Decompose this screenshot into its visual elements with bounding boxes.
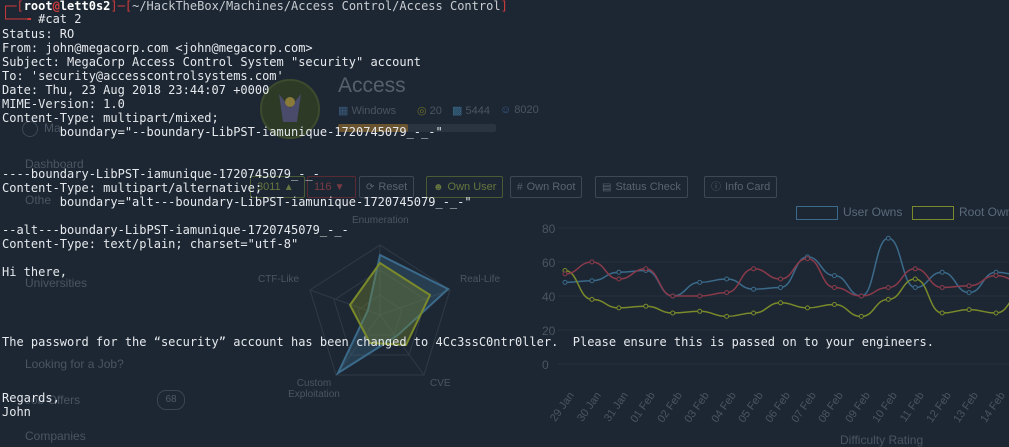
terminal-line: Content-Type: multipart/alternative; xyxy=(2,181,263,195)
terminal-line: Regards, xyxy=(2,391,60,405)
terminal-prompt: ┌─[root@lett0s2]─[~/HackTheBox/Machines/… xyxy=(2,0,508,13)
terminal-line: From: john@megacorp.com <john@megacorp.c… xyxy=(2,41,313,55)
terminal-line: Date: Thu, 23 Aug 2018 23:44:07 +0000 xyxy=(2,83,270,97)
terminal-line: Content-Type: multipart/mixed; xyxy=(2,111,219,125)
terminal-line: Hi there, xyxy=(2,265,68,279)
terminal-line: Content-Type: text/plain; charset="utf-8… xyxy=(2,237,299,251)
terminal-line: ----boundary-LibPST-iamunique-1720745079… xyxy=(2,167,320,181)
terminal-line: MIME-Version: 1.0 xyxy=(2,97,125,111)
terminal-line: Status: RO xyxy=(2,27,75,41)
terminal-line: Subject: MegaCorp Access Control System … xyxy=(2,55,422,69)
terminal-command-line: └──╼ #cat 2 xyxy=(2,12,82,26)
terminal-line: --alt---boundary-LibPST-iamunique-172074… xyxy=(2,223,349,237)
terminal-line: John xyxy=(2,405,31,419)
terminal-line: To: 'security@accesscontrolsystems.com' xyxy=(2,69,284,83)
terminal-line: The password for the “security” account … xyxy=(2,335,934,349)
terminal-line: boundary="--boundary-LibPST-iamunique-17… xyxy=(2,125,443,139)
terminal-line: boundary="alt---boundary-LibPST-iamuniqu… xyxy=(2,195,472,209)
terminal-output[interactable]: ┌─[root@lett0s2]─[~/HackTheBox/Machines/… xyxy=(0,0,1009,442)
